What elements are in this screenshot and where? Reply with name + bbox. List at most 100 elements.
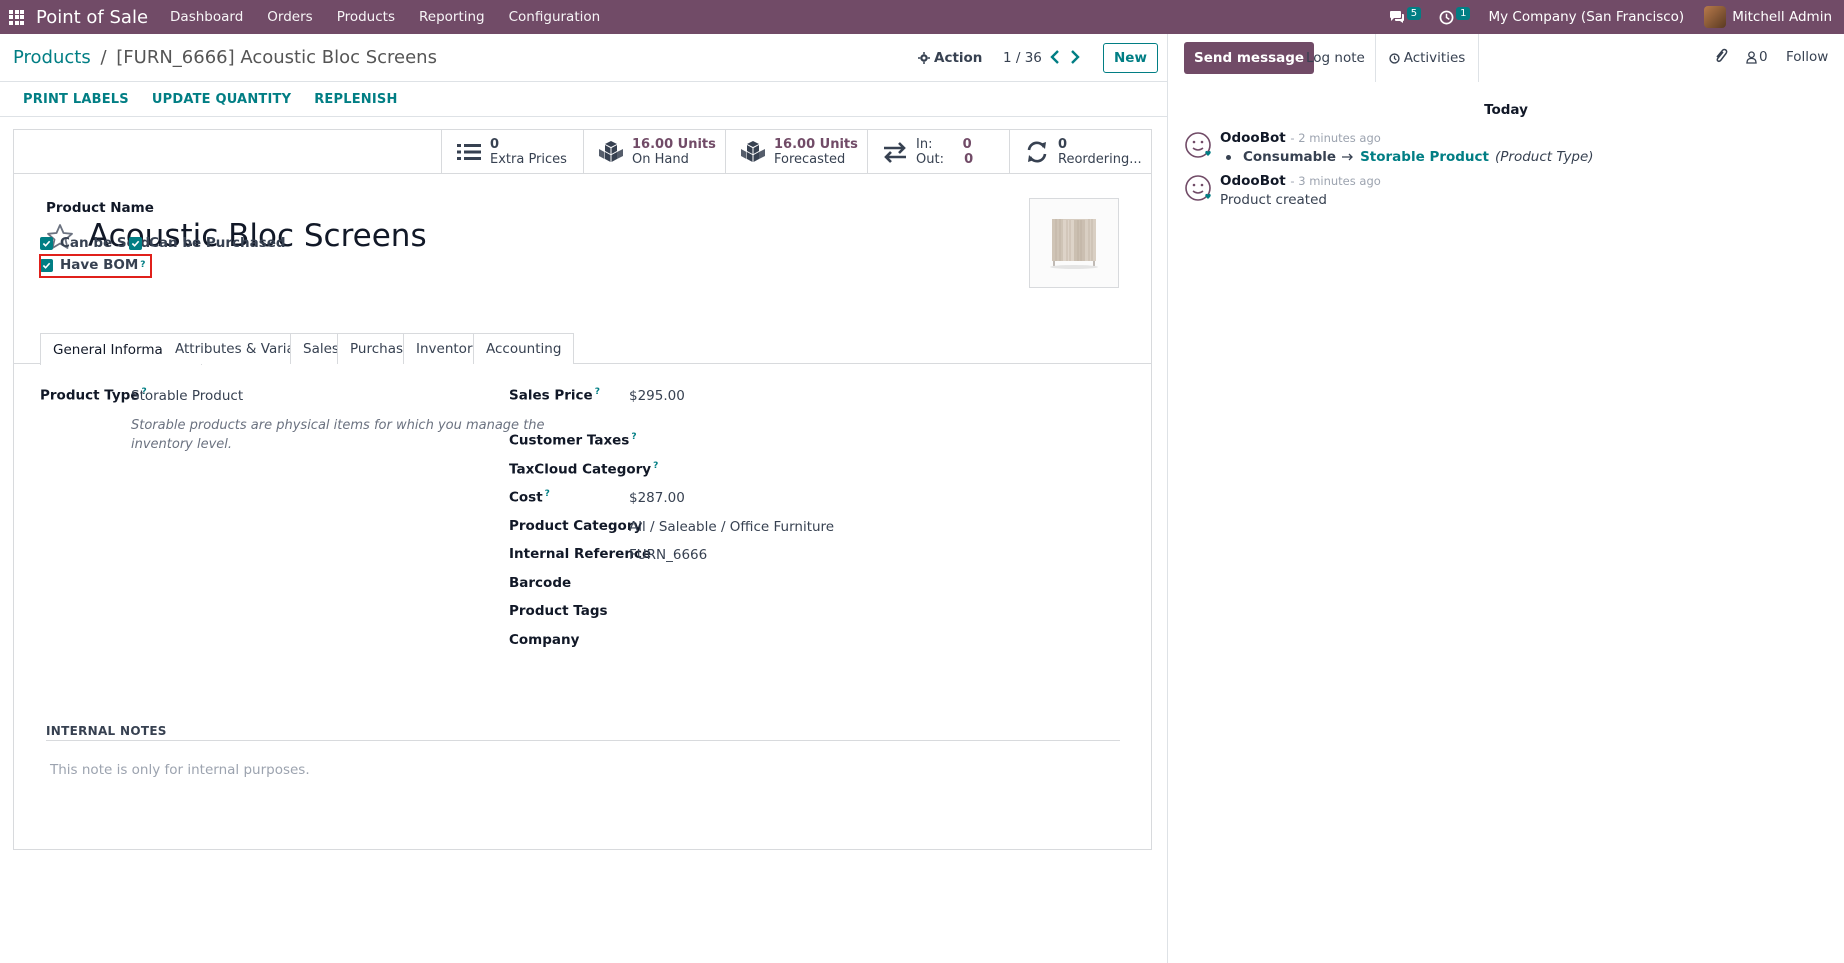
product-name-label: Product Name (46, 200, 154, 216)
replenish-button[interactable]: REPLENISH (314, 92, 397, 107)
user-menu[interactable]: Mitchell Admin (1732, 9, 1832, 25)
message-time: - 3 minutes ago (1290, 174, 1381, 188)
can-be-purchased-checkbox[interactable]: Can be Purchased (129, 235, 286, 251)
message-author[interactable]: OdooBot (1220, 173, 1286, 189)
print-labels-button[interactable]: PRINT LABELS (23, 92, 129, 107)
messages-button[interactable]: 5 (1389, 6, 1422, 24)
new-button[interactable]: New (1103, 43, 1158, 73)
menu-products[interactable]: Products (337, 9, 395, 25)
form-tabs: General Information Attributes & Variant… (14, 333, 1151, 365)
bullet (1226, 154, 1231, 160)
followers-count: 0 (1759, 49, 1768, 65)
out-label: Out: (916, 152, 944, 167)
menu-dashboard[interactable]: Dashboard (170, 9, 243, 25)
on-hand-label: On Hand (632, 152, 689, 167)
breadcrumb-separator: / (100, 47, 107, 68)
breadcrumb-products[interactable]: Products (13, 47, 91, 68)
user-avatar[interactable] (1704, 6, 1727, 28)
forecasted-button[interactable]: 16.00 Units Forecasted (725, 130, 867, 174)
activities-tab-button[interactable]: Activities (1375, 34, 1479, 82)
reordering-label: Reordering... (1058, 152, 1142, 167)
on-hand-value: 16.00 Units (632, 137, 716, 152)
chevron-right-icon[interactable] (1068, 48, 1082, 66)
product-category-label: Product Category (509, 518, 643, 534)
menu-reporting[interactable]: Reporting (419, 9, 485, 25)
menu-configuration[interactable]: Configuration (509, 9, 601, 25)
refresh-icon (1027, 141, 1047, 163)
tracking-new-value: Storable Product (1360, 149, 1490, 165)
chevron-left-icon[interactable] (1048, 48, 1062, 66)
checkbox-checked-icon (129, 236, 142, 250)
sales-price-input[interactable]: $295.00 (629, 388, 685, 404)
in-out-button[interactable]: In: 0 Out: 0 (867, 130, 1009, 174)
app-name[interactable]: Point of Sale (36, 7, 148, 28)
out-value: 0 (964, 152, 974, 167)
update-quantity-button[interactable]: UPDATE QUANTITY (152, 92, 291, 107)
product-tags-input[interactable] (629, 603, 949, 621)
form-sheet: 0 Extra Prices 16.00 Units On Hand 16.00… (13, 129, 1152, 850)
pager-value[interactable]: 1 / 36 (1003, 50, 1042, 66)
cost-label-text: Cost (509, 489, 543, 506)
clock-icon (1389, 52, 1400, 64)
help-tooltip-icon[interactable]: ? (595, 387, 600, 397)
product-image[interactable] (1029, 198, 1119, 288)
activities-label: Activities (1403, 50, 1466, 66)
message-time: - 2 minutes ago (1290, 131, 1381, 145)
tab-accounting[interactable]: Accounting (473, 333, 575, 364)
follow-button[interactable]: Follow (1786, 49, 1828, 65)
form-header: PRINT LABELS UPDATE QUANTITY REPLENISH (0, 82, 1167, 117)
product-tags-label: Product Tags (509, 603, 608, 619)
on-hand-button[interactable]: 16.00 Units On Hand (583, 130, 725, 174)
barcode-label: Barcode (509, 575, 572, 591)
reordering-button[interactable]: 0 Reordering... (1009, 130, 1151, 174)
cost-input[interactable]: $287.00 (629, 490, 685, 506)
message-author[interactable]: OdooBot (1220, 130, 1286, 146)
sales-price-label-text: Sales Price (509, 387, 593, 404)
forecasted-value: 16.00 Units (774, 137, 858, 152)
product-type-help: Storable products are physical items for… (131, 418, 545, 452)
breadcrumb: Products / [FURN_6666] Acoustic Bloc Scr… (13, 47, 437, 68)
smart-buttons: 0 Extra Prices 16.00 Units On Hand 16.00… (14, 130, 1151, 174)
paperclip-icon[interactable] (1714, 48, 1728, 64)
company-switcher[interactable]: My Company (San Francisco) (1488, 9, 1684, 25)
tracking-old-value: Consumable (1243, 149, 1337, 165)
internal-reference-input[interactable]: FURN_6666 (629, 547, 707, 563)
customer-taxes-input[interactable] (629, 432, 949, 450)
can-be-purchased-label: Can be Purchased (149, 235, 286, 251)
product-type-select[interactable]: Storable Product (131, 388, 243, 404)
top-navbar: Point of Sale Dashboard Orders Products … (0, 0, 1844, 34)
cubes-icon (741, 141, 765, 162)
company-input[interactable] (629, 632, 949, 650)
extra-prices-button[interactable]: 0 Extra Prices (441, 130, 583, 174)
help-tooltip-icon[interactable]: ? (545, 489, 550, 499)
list-icon (457, 144, 481, 160)
log-note-button[interactable]: Log note (1306, 50, 1365, 66)
have-bom-highlight (39, 254, 152, 278)
extra-prices-value: 0 (490, 137, 500, 152)
action-button[interactable]: Action (918, 50, 982, 66)
control-panel: Products / [FURN_6666] Acoustic Bloc Scr… (0, 34, 1167, 82)
send-message-button[interactable]: Send message (1184, 42, 1315, 74)
clock-icon (1439, 10, 1454, 24)
customer-taxes-label-text: Customer Taxes (509, 432, 630, 449)
apps-grid-icon[interactable] (9, 9, 24, 25)
barcode-input[interactable] (629, 575, 949, 593)
in-label: In: (916, 137, 933, 152)
action-label: Action (934, 50, 983, 66)
internal-notes-input[interactable]: This note is only for internal purposes. (50, 762, 310, 778)
product-category-input[interactable]: All / Saleable / Office Furniture (629, 519, 834, 535)
internal-notes-divider (46, 740, 1120, 741)
activities-badge: 1 (1456, 6, 1471, 20)
breadcrumb-current: [FURN_6666] Acoustic Bloc Screens (116, 47, 437, 68)
internal-notes-title: INTERNAL NOTES (46, 724, 167, 738)
gear-icon (918, 52, 930, 64)
followers-button[interactable]: 0 (1746, 49, 1768, 65)
odoobot-avatar-icon (1185, 175, 1211, 201)
taxcloud-category-input[interactable] (629, 461, 949, 479)
menu-orders[interactable]: Orders (267, 9, 312, 25)
customer-taxes-label: Customer Taxes? (509, 432, 637, 449)
in-value: 0 (962, 137, 972, 152)
tracking-value: Consumable Storable Product (Product Typ… (1220, 149, 1594, 165)
activities-button[interactable]: 1 (1439, 6, 1471, 25)
product-type-label-text: Product Type (40, 387, 140, 404)
